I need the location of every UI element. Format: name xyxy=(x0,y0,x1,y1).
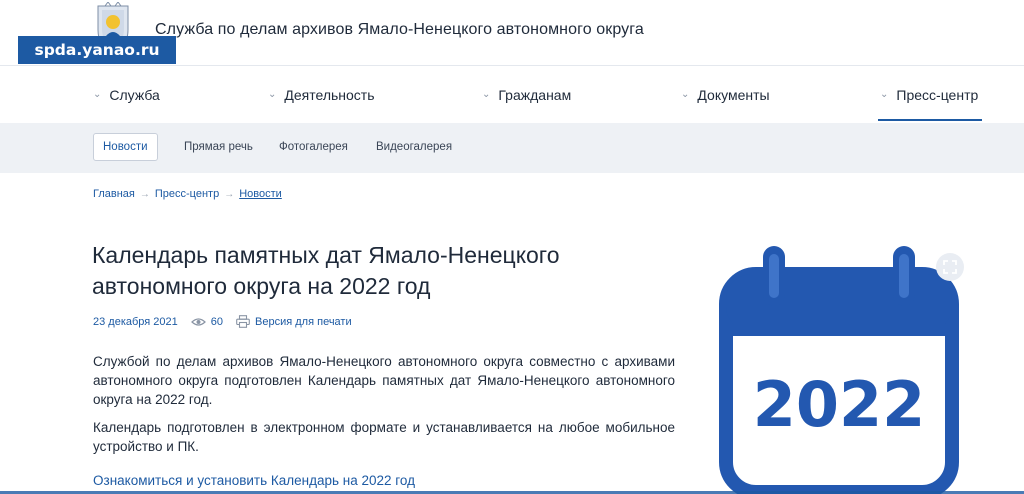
arrow-right-icon: → xyxy=(139,188,150,200)
subnav-direct-speech[interactable]: Прямая речь xyxy=(184,133,253,161)
article-title: Календарь памятных дат Ямало-Ненецкого а… xyxy=(92,242,560,299)
nav-item-citizens[interactable]: ⌄ Гражданам xyxy=(482,66,571,123)
article-date: 23 декабря 2021 xyxy=(93,315,178,328)
site-title[interactable]: Служба по делам архивов Ямало-Ненецкого … xyxy=(155,21,644,39)
article-paragraph: Службой по делам архивов Ямало-Ненецкого… xyxy=(93,354,675,407)
domain-badge: spda.yanao.ru xyxy=(18,36,176,64)
subnav-news[interactable]: Новости xyxy=(93,133,158,161)
chevron-down-icon: ⌄ xyxy=(93,89,102,100)
breadcrumb: Главная → Пресс-центр → Новости xyxy=(93,188,282,200)
nav-item-label: Гражданам xyxy=(498,86,572,103)
subnav-photo-gallery[interactable]: Фотогалерея xyxy=(279,133,348,161)
nav-item-press-center[interactable]: ⌄ Пресс-центр xyxy=(877,66,983,123)
article-meta: 23 декабря 2021 60 Версия для печати xyxy=(93,315,352,328)
nav-item-label: Деятельность xyxy=(284,86,375,103)
eye-icon xyxy=(190,317,206,326)
breadcrumb-home[interactable]: Главная xyxy=(93,188,135,200)
subnav-video-gallery[interactable]: Видеогалерея xyxy=(376,133,452,161)
chevron-down-icon: ⌄ xyxy=(268,89,277,100)
site-header: Служба по делам архивов Ямало-Ненецкого … xyxy=(0,0,1024,66)
fullscreen-icon xyxy=(943,260,957,274)
nav-item-label: Пресс-центр xyxy=(896,86,979,103)
arrow-right-icon: → xyxy=(224,188,235,200)
expand-image-button[interactable] xyxy=(936,253,964,281)
nav-item-service[interactable]: ⌄ Служба xyxy=(93,66,160,123)
nav-item-activity[interactable]: ⌄ Деятельность xyxy=(268,66,375,123)
main-navigation: ⌄ Служба ⌄ Деятельность ⌄ Гражданам ⌄ До… xyxy=(0,66,1024,123)
calendar-2022-image[interactable]: 2022 xyxy=(700,236,976,494)
sub-navigation: Новости Прямая речь Фотогалерея Видеогал… xyxy=(0,123,1024,173)
article-body: Службой по делам архивов Ямало-Ненецкого… xyxy=(93,352,675,465)
chevron-down-icon: ⌄ xyxy=(681,89,690,100)
printer-icon[interactable] xyxy=(236,315,250,328)
nav-item-label: Документы xyxy=(697,86,770,103)
print-version-link[interactable]: Версия для печати xyxy=(255,316,352,328)
nav-item-label: Служба xyxy=(109,86,160,103)
calendar-year: 2022 xyxy=(753,368,926,441)
nav-item-documents[interactable]: ⌄ Документы xyxy=(681,66,770,123)
article-paragraph: Календарь подготовлен в электронном форм… xyxy=(93,420,675,454)
chevron-down-icon: ⌄ xyxy=(880,89,889,100)
view-count: 60 xyxy=(210,315,224,328)
install-calendar-link[interactable]: Ознакомиться и установить Календарь на 2… xyxy=(93,473,415,488)
breadcrumb-press-center[interactable]: Пресс-центр xyxy=(155,188,219,200)
chevron-down-icon: ⌄ xyxy=(482,89,491,100)
breadcrumb-news[interactable]: Новости xyxy=(239,188,282,200)
